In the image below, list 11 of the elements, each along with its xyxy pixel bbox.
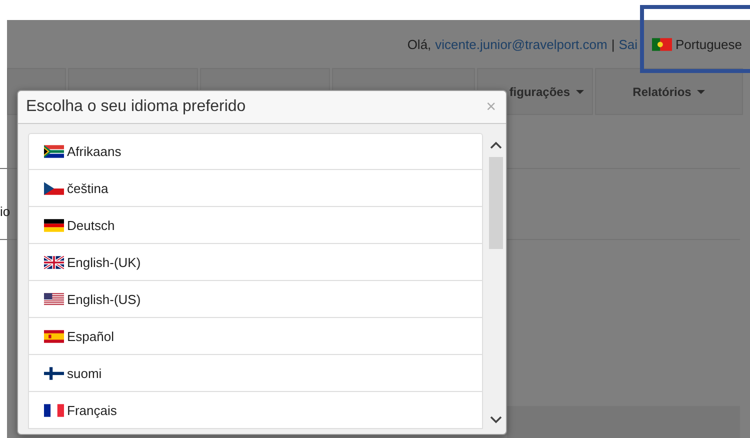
language-name: English-(US) [67,292,141,306]
dialog-title: Escolha o seu idioma preferido [26,98,246,116]
language-name: English-(UK) [67,254,141,270]
language-name: Afrikaans [67,144,122,159]
language-name: Español [67,328,114,344]
language-name: Deutsch [67,218,115,232]
language-name: čeština [67,180,108,196]
language-name: suomi [67,366,102,380]
separator-text: | [611,36,615,52]
greeting-text: Olá, [407,36,432,52]
language-name: Français [67,402,117,418]
